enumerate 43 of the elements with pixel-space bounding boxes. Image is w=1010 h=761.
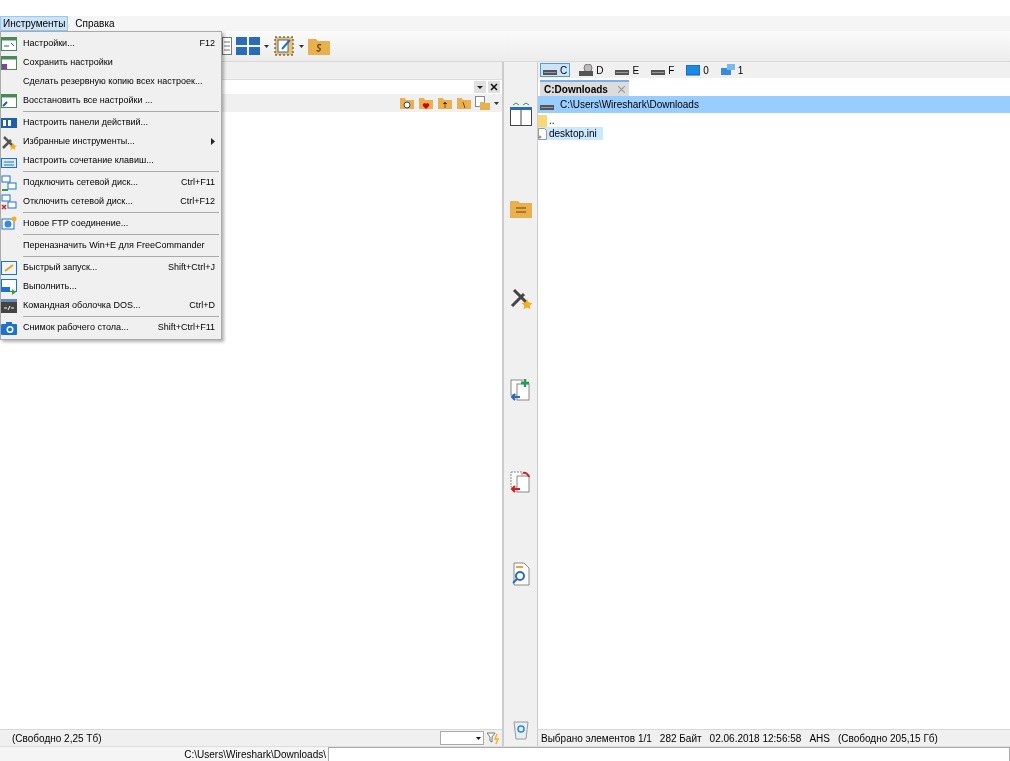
- menu-bar-item[interactable]: Справка: [72, 16, 118, 31]
- current-path-text: C:\Users\Wireshark\Downloads\: [183, 747, 327, 761]
- drive-button[interactable]: D: [576, 63, 607, 77]
- file-row[interactable]: desktop.ini: [538, 127, 603, 140]
- status-text: Выбрано элементов 1/1: [541, 731, 652, 746]
- menu-item[interactable]: Сделать резервную копию всех настроек...: [1, 72, 221, 91]
- drive-button[interactable]: F: [648, 63, 678, 77]
- path-bar[interactable]: C:\Users\Wireshark\Downloads: [538, 96, 1010, 113]
- free-space-text: (Свободно 2,25 Тб): [12, 731, 102, 746]
- drive-button[interactable]: 1: [717, 63, 747, 77]
- drive-button[interactable]: 0: [683, 63, 712, 77]
- menu-item[interactable]: Новое FTP соединение...: [1, 214, 221, 233]
- file-row[interactable]: ..: [538, 114, 561, 127]
- menu-item[interactable]: Избранные инструменты...: [1, 132, 221, 151]
- status-text: AHS: [809, 731, 830, 746]
- menu-item[interactable]: Настроить сочетание клавиш...: [1, 151, 221, 170]
- menu-item[interactable]: Сохранить настройки: [1, 53, 221, 72]
- menu-item[interactable]: Снимок рабочего стола... Shift+Ctrl+F11: [1, 318, 221, 337]
- menu-item[interactable]: Восстановить все настройки ...: [1, 91, 221, 110]
- menu-item[interactable]: Настройки... F12: [1, 34, 221, 53]
- file-name: ..: [549, 114, 555, 128]
- menu-bar-item[interactable]: Инструменты: [0, 16, 69, 31]
- menu-item[interactable]: Настроить панели действий...: [1, 113, 221, 132]
- shortcut-text: Ctrl+D: [189, 298, 215, 312]
- menu-item[interactable]: Подключить сетевой диск... Ctrl+F11: [1, 173, 221, 192]
- shortcut-text: F12: [199, 36, 215, 50]
- drive-button[interactable]: C: [540, 63, 571, 77]
- drive-button[interactable]: E: [612, 63, 643, 77]
- menu-item[interactable]: Командная оболочка DOS... Ctrl+D: [1, 296, 221, 315]
- shortcut-text: Ctrl+F11: [180, 175, 215, 189]
- status-text: 02.06.2018 12:56:58: [709, 731, 802, 746]
- panel-tab[interactable]: C:Downloads: [540, 80, 629, 96]
- status-text: (Свободно 205,15 Гб): [837, 731, 938, 746]
- menu-item[interactable]: Выполнить...: [1, 277, 221, 296]
- menu-item[interactable]: Переназначить Win+E для FreeCommander: [1, 236, 221, 255]
- path-text: C:\Users\Wireshark\Downloads: [560, 98, 699, 112]
- file-name: desktop.ini: [549, 127, 597, 141]
- menu-item[interactable]: Быстрый запуск... Shift+Ctrl+J: [1, 258, 221, 277]
- shortcut-text: Ctrl+F12: [180, 194, 215, 208]
- menu-item[interactable]: Отключить сетевой диск... Ctrl+F12: [1, 192, 221, 211]
- shortcut-text: Shift+Ctrl+F11: [157, 320, 215, 334]
- shortcut-text: Shift+Ctrl+J: [167, 260, 215, 274]
- status-text: 282 Байт: [659, 731, 702, 746]
